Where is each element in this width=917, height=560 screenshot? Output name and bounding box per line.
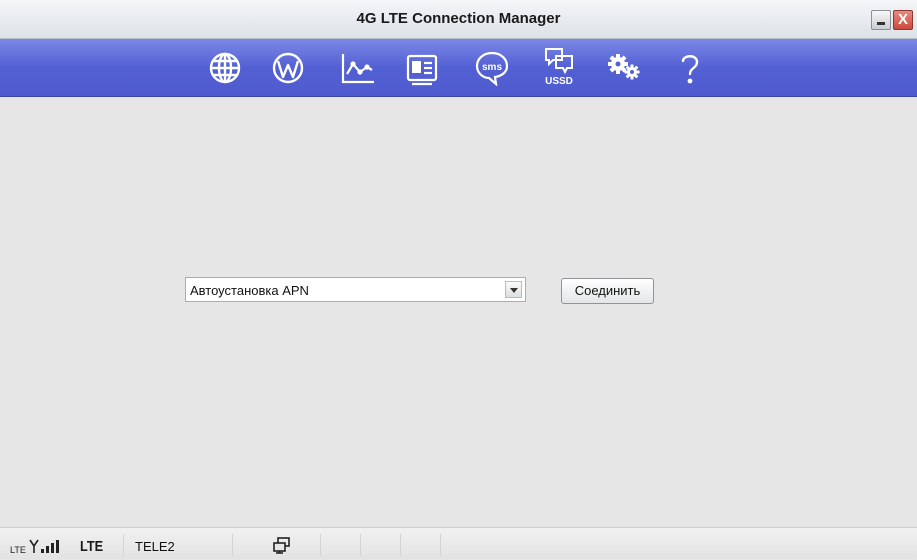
network-type-label: LTE [80, 538, 104, 555]
sms-bubble-icon[interactable]: sms [474, 50, 510, 86]
status-divider [123, 534, 124, 556]
close-button[interactable]: X [893, 10, 913, 30]
status-divider [360, 534, 361, 556]
status-divider [232, 534, 233, 556]
main-toolbar: sms USSD [0, 39, 917, 97]
status-divider [400, 534, 401, 556]
ussd-label: USSD [545, 76, 573, 87]
apn-profile-select[interactable]: Автоустановка APN [185, 277, 526, 302]
chevron-down-icon[interactable] [505, 281, 522, 298]
status-divider [440, 534, 441, 556]
signal-prefix-label: LTE [10, 545, 26, 554]
sms-label: sms [482, 62, 502, 73]
settings-gears-icon[interactable] [606, 50, 642, 86]
main-content-area [8, 97, 909, 525]
ussd-bubbles-icon[interactable]: USSD [541, 46, 577, 88]
statistics-chart-icon[interactable] [340, 50, 376, 86]
wordpress-icon[interactable] [270, 50, 306, 86]
apn-selected-value: Автоустановка APN [190, 283, 309, 298]
connect-button[interactable]: Соединить [561, 278, 654, 304]
network-computers-icon [273, 537, 291, 560]
help-question-icon[interactable] [672, 50, 708, 86]
operator-name: TELE2 [135, 539, 175, 554]
window-title: 4G LTE Connection Manager [356, 10, 561, 27]
globe-icon[interactable] [207, 50, 243, 86]
status-bar: LTE LTE TELE2 [0, 527, 917, 559]
status-divider [320, 534, 321, 556]
minimize-button[interactable] [871, 10, 891, 30]
signal-strength-icon: LTE [10, 538, 70, 559]
title-bar: 4G LTE Connection Manager X [0, 0, 917, 39]
contacts-card-icon[interactable] [404, 50, 440, 86]
